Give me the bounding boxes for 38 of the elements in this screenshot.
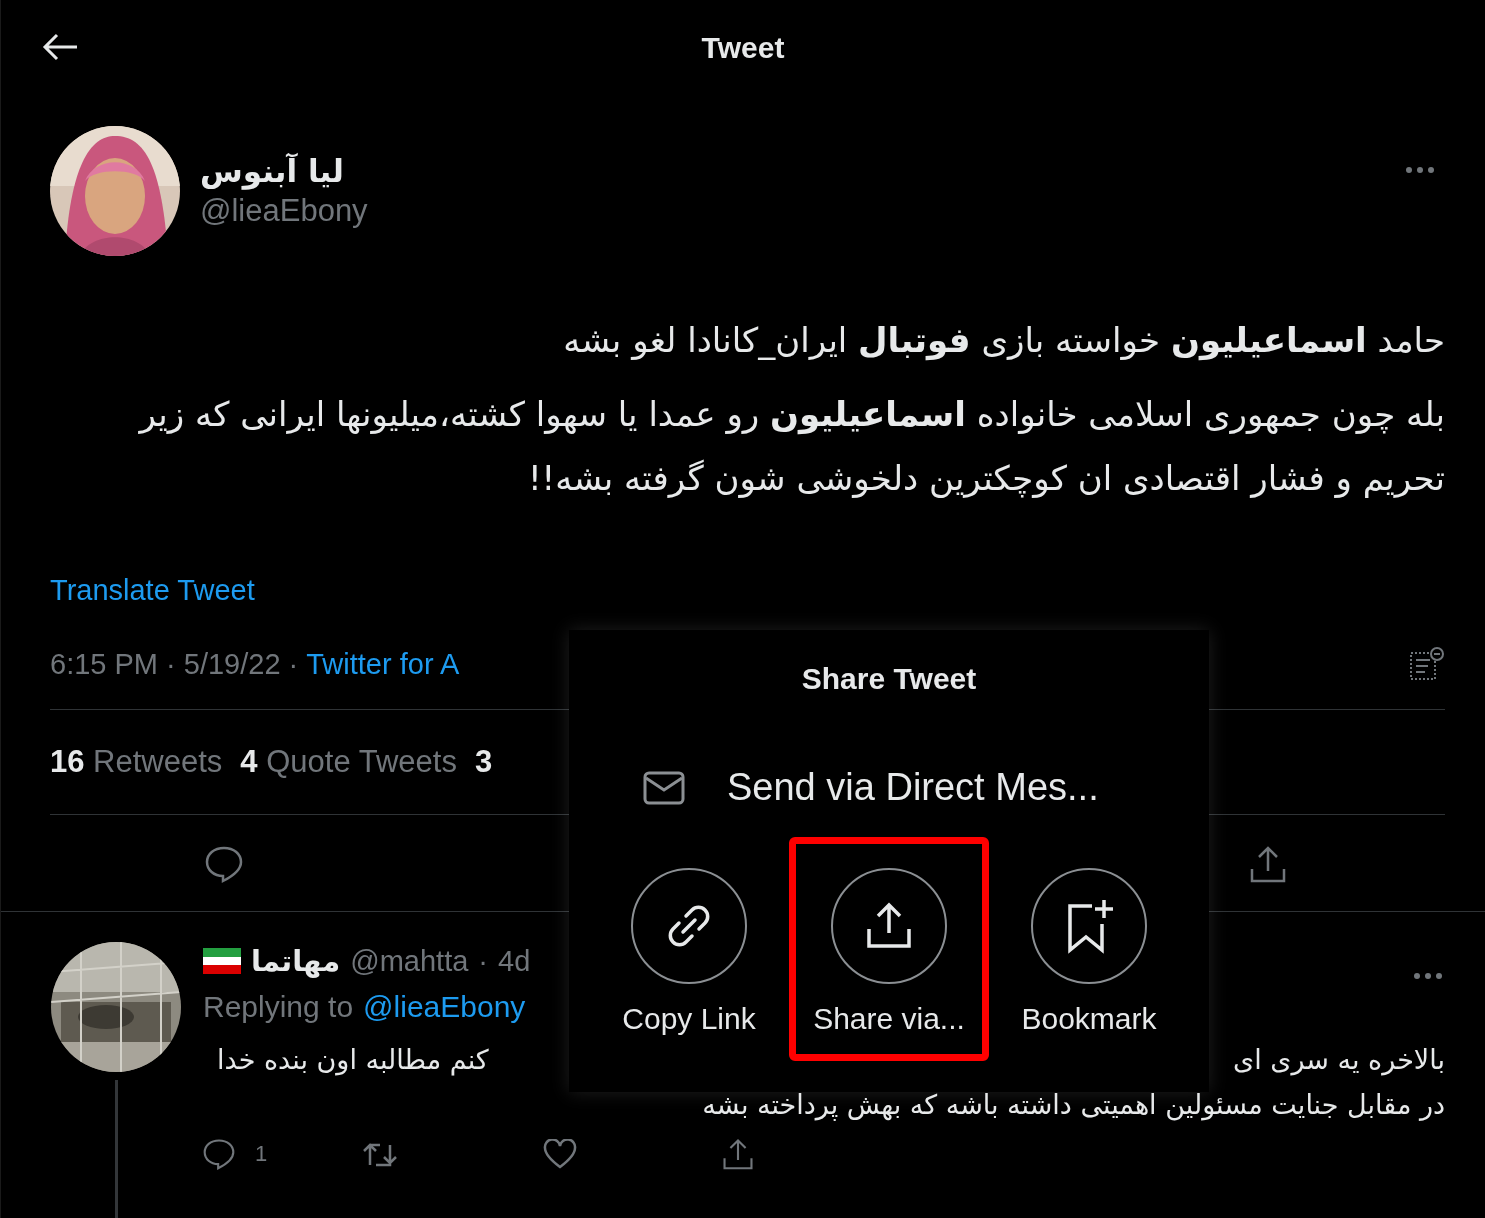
more-icon[interactable] bbox=[1405, 166, 1435, 174]
reply-text: در مقابل جنایت مسئولین اهمیتی داشته باشه که بهش پرداخته بشه bbox=[701, 1089, 1445, 1120]
direct-message-item[interactable]: Send via Direct Mes... bbox=[569, 766, 1209, 809]
reply-text: کنم مطالبه اون بنده خدا bbox=[217, 1044, 489, 1075]
share-icon[interactable] bbox=[722, 1138, 755, 1170]
reply-time: 4d bbox=[498, 944, 531, 978]
stat-count[interactable]: 16 Retweets bbox=[50, 744, 223, 780]
share-icon[interactable] bbox=[1249, 845, 1287, 883]
share-option[interactable]: Bookmark bbox=[989, 837, 1189, 1061]
share-option[interactable]: Share via... bbox=[789, 837, 989, 1061]
reply-icon[interactable] bbox=[205, 845, 243, 883]
tweet-text: حامد اسماعیلیون خواسته بازی فوتبال ایران_کانادا لغو بشه bbox=[562, 319, 1445, 363]
author-name[interactable]: لیا آبنوس bbox=[200, 153, 1385, 189]
page-title: Tweet bbox=[701, 31, 785, 65]
tweet-text: بله چون جمهوری اسلامی خانواده اسماعیلیون رو عمدا یا سهوا کشته،میلیونها ایرانی که زیر تحریم و فشار اقتصادی ان کوچکترین دلخوشی شون گرفته بشه!! bbox=[137, 393, 1445, 500]
reply-author-handle[interactable]: @mahtta bbox=[350, 944, 469, 978]
separator-dot: · bbox=[478, 944, 488, 978]
share-option[interactable]: Copy Link bbox=[589, 837, 789, 1061]
reply-author-name[interactable]: مهاتما bbox=[251, 944, 341, 978]
envelope-icon bbox=[643, 769, 685, 806]
author-handle[interactable]: @lieaEbony bbox=[200, 193, 1385, 229]
stat-count[interactable]: 4 Quote Tweets bbox=[240, 744, 457, 780]
source-link[interactable]: Twitter for A bbox=[306, 647, 460, 681]
flag-icon bbox=[203, 948, 241, 974]
heart-icon[interactable] bbox=[543, 1139, 578, 1169]
replying-label: Replying to bbox=[203, 990, 354, 1024]
stat-count[interactable]: 3 bbox=[474, 744, 493, 780]
sheet-title: Share Tweet bbox=[801, 662, 977, 696]
mention-link[interactable]: @lieaEbony bbox=[363, 990, 526, 1024]
back-icon[interactable] bbox=[41, 32, 79, 62]
note-icon[interactable] bbox=[1409, 647, 1445, 681]
reply-count: 1 bbox=[255, 1141, 268, 1167]
reply-text: بالاخره یه سری ای bbox=[1233, 1044, 1445, 1075]
more-icon[interactable] bbox=[1413, 972, 1443, 980]
translate-link[interactable]: Translate Tweet bbox=[50, 574, 1445, 607]
tweet-time: 6:15 PM · 5/19/22 · bbox=[50, 647, 299, 681]
share-icon bbox=[864, 901, 914, 951]
reply-icon[interactable] bbox=[203, 1138, 235, 1170]
